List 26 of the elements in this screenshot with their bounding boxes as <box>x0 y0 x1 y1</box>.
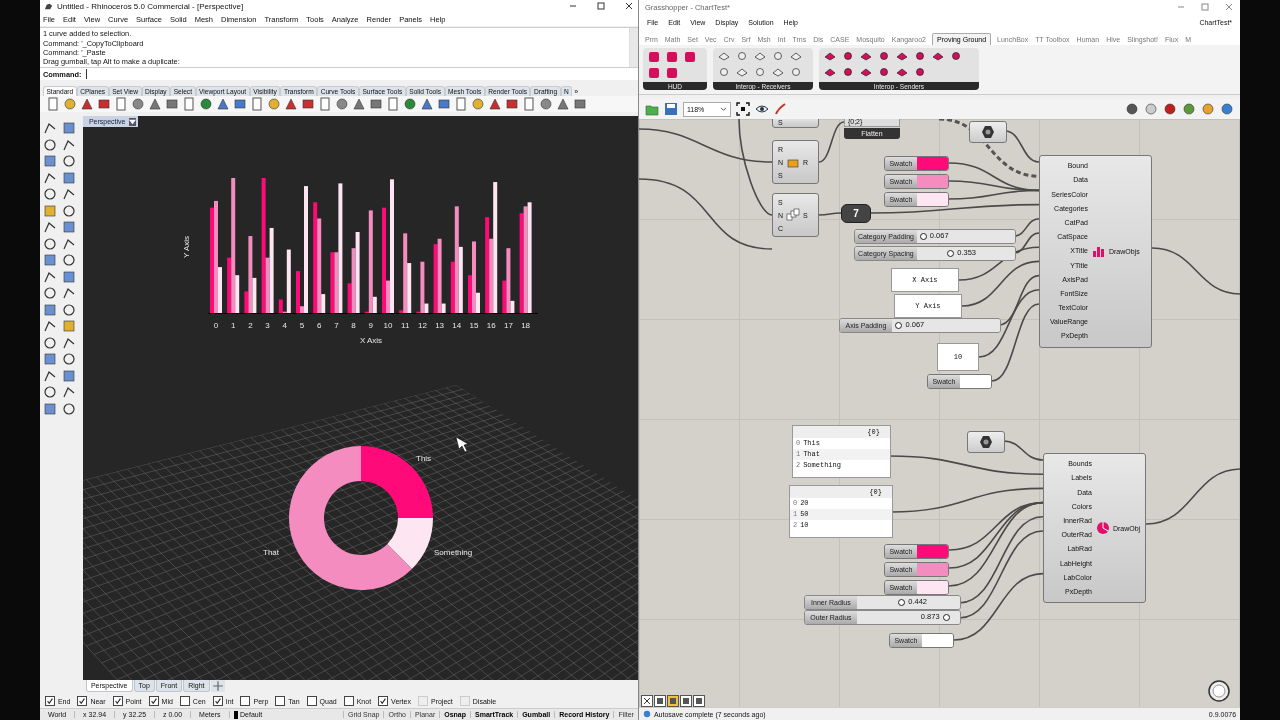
axis-tick-label: 14 <box>452 321 462 331</box>
donut-label: This <box>415 454 432 464</box>
axis-tick-label: 2 <box>248 321 253 331</box>
window-title: Untitled - Rhinoceros 5.0 Commercial - [Perspective] <box>56 1 244 11</box>
number-node[interactable]: 7 <box>840 204 871 224</box>
axis-tick-label: 10 <box>383 321 393 331</box>
axis-tick-label: 11 <box>401 321 410 331</box>
axis-tick-label: 8 <box>351 321 356 331</box>
axis-tick-label: 1 <box>230 321 236 331</box>
axis-tick-label: 18 <box>521 321 530 331</box>
axis-tick-label: 17 <box>503 321 513 331</box>
axis-tick-label: 9 <box>368 321 373 331</box>
axis-tick-label: 7 <box>334 321 339 331</box>
axis-tick-label: 4 <box>282 321 287 331</box>
y-axis-title: Y Axis <box>181 236 191 259</box>
donut-label: That <box>262 548 279 558</box>
axis-tick-label: 0 <box>213 321 219 331</box>
x-axis-title: X Axis <box>359 336 383 346</box>
axis-tick-label: 3 <box>265 321 270 331</box>
axis-tick-label: 15 <box>469 321 479 331</box>
axis-tick-label: 5 <box>299 321 305 331</box>
axis-tick-label: 16 <box>486 321 496 331</box>
axis-tick-label: 13 <box>435 321 444 331</box>
axis-tick-label: 6 <box>316 321 322 331</box>
donut-label: Something <box>433 548 473 558</box>
axis-tick-label: 12 <box>417 321 427 331</box>
